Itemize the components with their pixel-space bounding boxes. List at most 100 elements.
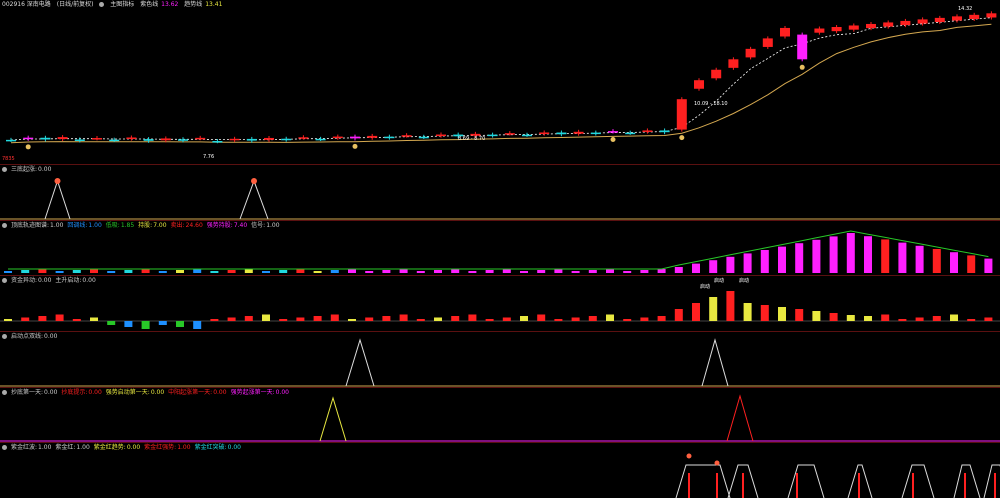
flow-bar <box>829 313 838 321</box>
flow-bar <box>485 319 494 321</box>
indicator-panel-2[interactable]: 顶底轨迹图谱:1.00 回调线:1.00 低吸:1.85 持股:7.00 卖出:24.6… <box>0 221 1000 275</box>
candle-body <box>436 134 446 137</box>
indicator-value: 中阳起涨第一天: <box>168 389 213 396</box>
indicator-number: 0.00 <box>38 166 52 173</box>
candle-body <box>780 27 790 37</box>
histogram-bar <box>330 270 339 273</box>
signal-peak <box>239 179 269 220</box>
indicator-panel-3[interactable]: 启动 启动 启动 资金异动:0.00 主升启动:0.00 <box>0 276 1000 331</box>
indicator-value: 信号: <box>251 222 266 229</box>
settings-dot-icon[interactable] <box>2 278 7 283</box>
histogram-bar <box>176 270 184 273</box>
flow-bar <box>606 314 614 321</box>
candle-body <box>298 137 309 139</box>
flow-bar <box>21 317 30 321</box>
indicator-number: 0.00 <box>38 277 52 284</box>
indicator-value: 强势起涨第一天: <box>230 389 275 396</box>
line1-label: 紫色线 <box>140 1 159 8</box>
candle-body <box>109 139 120 142</box>
wave-trapezoid <box>953 464 981 498</box>
indicator-name[interactable]: 主图指标 <box>110 1 134 8</box>
flow-bar <box>795 309 804 321</box>
candle-body <box>246 138 257 141</box>
settings-dot-icon[interactable] <box>99 2 105 7</box>
buy-marker-icon <box>25 144 31 150</box>
candle-body <box>814 28 825 33</box>
indicator-panel-4[interactable]: 启动点双线:0.00 <box>0 332 1000 387</box>
histogram-bar <box>313 271 322 273</box>
buy-marker-icon <box>352 143 358 149</box>
candle-body <box>126 137 137 139</box>
wave-trapezoid <box>983 464 1000 498</box>
histogram-bar <box>760 250 769 273</box>
histogram-bar <box>674 267 683 273</box>
flow-bar <box>898 319 907 321</box>
candle-body <box>934 17 945 23</box>
flow-bar <box>399 314 408 321</box>
candle-body <box>969 14 980 20</box>
flow-bar <box>4 319 12 321</box>
flow-bar <box>279 319 288 321</box>
indicator-panel-1[interactable]: 三底起涨:0.00 <box>0 165 1000 220</box>
indicator-value: 三底起涨: <box>11 166 38 173</box>
candle-body <box>952 16 962 21</box>
indicator-value: 资金异动: <box>11 277 38 284</box>
histogram-bar <box>932 249 941 273</box>
indicator-number: 0.00 <box>227 444 241 451</box>
indicator-number: 24.60 <box>185 222 203 229</box>
candle-body <box>762 38 773 47</box>
range-label-1: 10.09 - 18.10 <box>694 101 728 107</box>
wave-bar <box>912 473 914 498</box>
candle-body <box>608 131 618 133</box>
candle-body <box>92 138 102 140</box>
p4-header: 启动点双线:0.00 <box>2 333 61 340</box>
price-low-label: 7.76 <box>203 154 215 160</box>
candle-body <box>487 134 498 137</box>
candle-body <box>160 138 171 141</box>
flow-bar <box>709 297 718 321</box>
indicator-value: 持股: <box>138 222 153 229</box>
flow-bar <box>950 314 958 321</box>
candle-body <box>23 137 34 140</box>
indicator-value: 强势启动第一天: <box>105 389 150 396</box>
settings-dot-icon[interactable] <box>2 445 7 450</box>
flow-bar <box>692 303 700 321</box>
candle-body <box>350 136 360 139</box>
histogram-bar <box>606 269 614 273</box>
candle-body <box>178 139 188 141</box>
wave-trapezoid <box>675 464 731 498</box>
histogram-bar <box>158 271 167 273</box>
settings-dot-icon[interactable] <box>2 334 7 339</box>
flow-bar <box>90 317 98 321</box>
flow-bar <box>141 321 150 329</box>
flow-bar <box>193 321 202 329</box>
indicator-panel-6[interactable]: 紫金红波:1.00 紫金红:1.00 紫金红趋势:0.00 紫金红强势:1.00 紫金红… <box>0 443 1000 498</box>
indicator-number: 0.00 <box>213 389 227 396</box>
buy-marker-icon <box>679 135 685 141</box>
red-peak <box>726 394 754 442</box>
indicator-number: 1.00 <box>177 444 191 451</box>
line2-value: 13.41 <box>205 1 223 8</box>
settings-dot-icon[interactable] <box>2 223 7 228</box>
buy-marker-icon <box>799 64 805 70</box>
main-chart-panel[interactable]: 002916 深南电路 (日线/前复权) 主图指标 紫色线 13.62 趋势线 … <box>0 0 1000 164</box>
p6-header: 紫金红波:1.00 紫金红:1.00 紫金红趋势:0.00 紫金红强势:1.00 紫金红… <box>2 444 245 451</box>
indicator-value: 回调线: <box>67 222 88 229</box>
settings-dot-icon[interactable] <box>2 167 7 172</box>
p1-chart <box>0 178 1000 220</box>
candle-body <box>711 69 722 79</box>
flow-bar <box>72 319 81 321</box>
indicator-number: 1.85 <box>120 222 135 229</box>
candle-body <box>264 137 274 140</box>
indicator-value: 卖出: <box>170 222 185 229</box>
candlestick-chart[interactable] <box>0 0 1000 164</box>
indicator-panel-5[interactable]: 抄底第一天:0.00 抄底提示:0.00 强势启动第一天:0.00 中阳起涨第一天:0… <box>0 388 1000 442</box>
buy-marker-icon <box>610 137 616 142</box>
histogram-bar <box>778 246 786 273</box>
wave-bar <box>716 473 718 498</box>
flow-bar <box>881 314 890 321</box>
settings-dot-icon[interactable] <box>2 390 7 395</box>
indicator-number: 0.00 <box>275 389 289 396</box>
histogram-bar <box>279 270 288 273</box>
candle-body <box>900 20 911 26</box>
